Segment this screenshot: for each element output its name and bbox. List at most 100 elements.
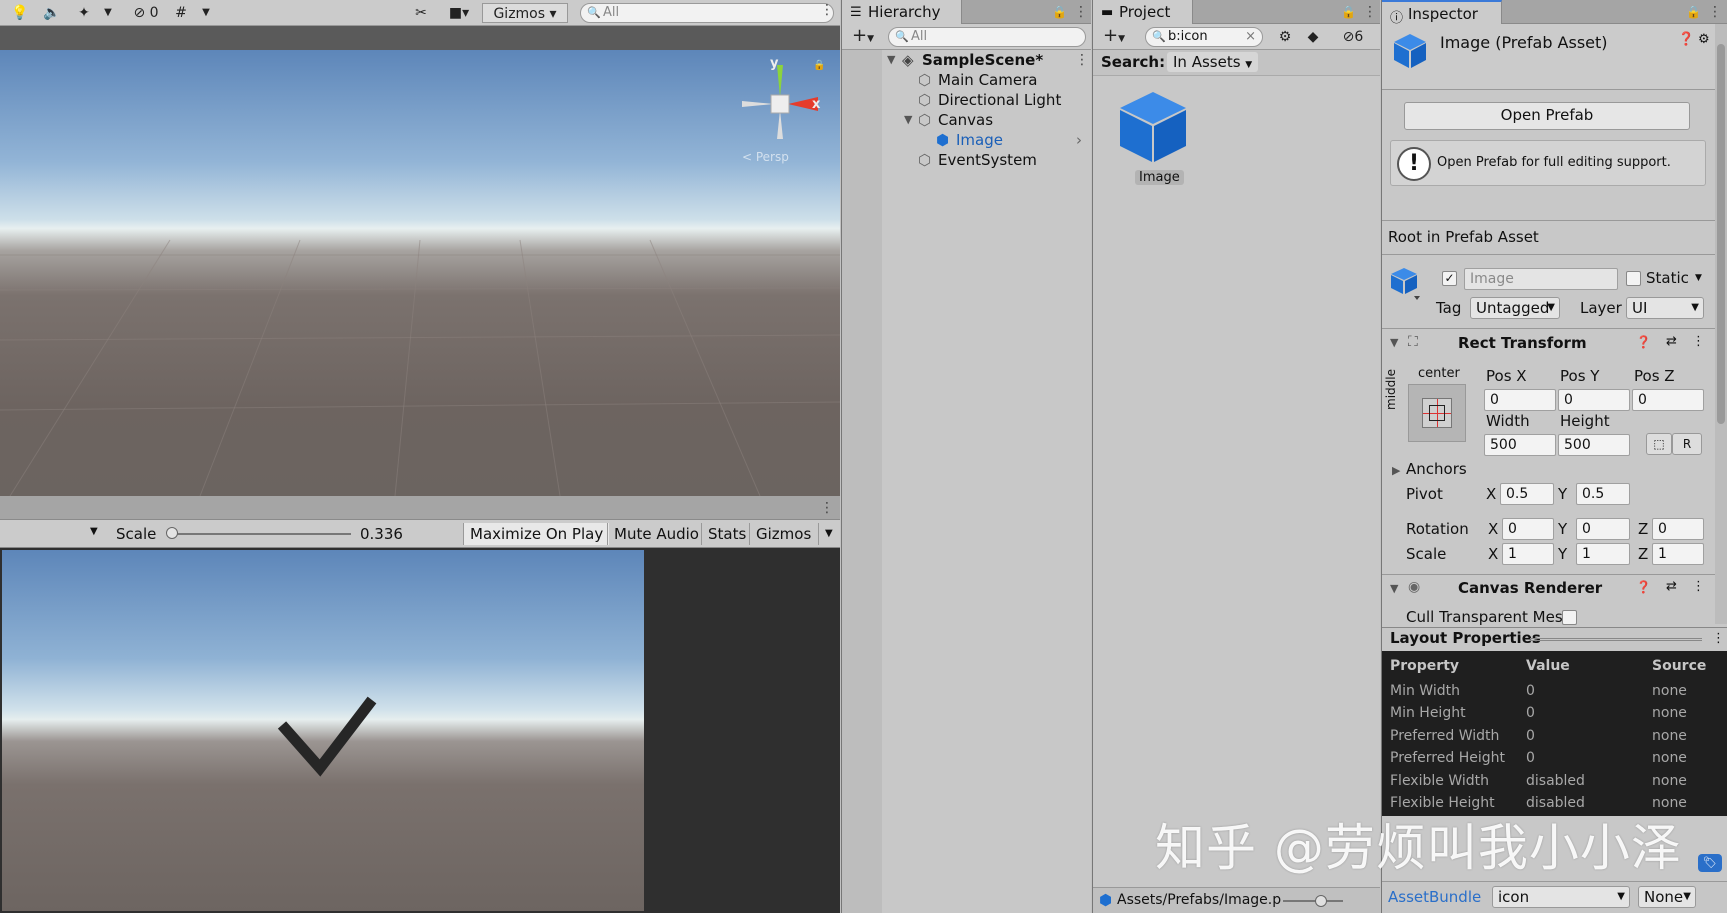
- object-name-field[interactable]: Image: [1464, 268, 1618, 290]
- gameobject-prefab-icon[interactable]: [1390, 266, 1420, 302]
- rot-x-field[interactable]: 0: [1502, 518, 1554, 540]
- help-icon[interactable]: ❓: [1636, 335, 1651, 349]
- stats-button[interactable]: Stats: [701, 523, 752, 545]
- open-prefab-button[interactable]: Open Prefab: [1404, 102, 1690, 130]
- hierarchy-search-input[interactable]: 🔍 All: [888, 27, 1086, 47]
- foldout-icon[interactable]: ▼: [1390, 336, 1398, 349]
- project-add-button[interactable]: +▼: [1099, 27, 1129, 47]
- project-lock-icon[interactable]: 🔒: [1341, 5, 1356, 19]
- search-scope-dropdown[interactable]: In Assets ▼: [1167, 52, 1259, 72]
- scene-root-row[interactable]: ▼ ◈ SampleScene* ⋮: [842, 50, 1091, 70]
- help-icon[interactable]: ❓: [1678, 32, 1694, 47]
- asset-bundle-variant-dropdown[interactable]: None ▼: [1638, 886, 1696, 908]
- icon-size-slider[interactable]: [1283, 900, 1343, 902]
- light-toggle-icon[interactable]: 💡: [8, 3, 32, 23]
- scene-foldout-icon[interactable]: ▼: [887, 50, 895, 70]
- layer-dropdown[interactable]: UI ▼: [1626, 297, 1704, 319]
- audio-toggle-icon[interactable]: 🔈: [40, 3, 64, 23]
- anchors-foldout-icon[interactable]: ▶: [1392, 464, 1400, 477]
- grid-dropdown-icon[interactable]: ▼: [200, 3, 212, 23]
- filter-label-icon[interactable]: ◆: [1303, 27, 1323, 47]
- maximize-on-play-button[interactable]: Maximize On Play: [463, 523, 610, 545]
- scale-slider-thumb[interactable]: [165, 527, 178, 539]
- hierarchy-item-canvas[interactable]: ▼ ⬡ Canvas: [842, 110, 1091, 130]
- persp-label[interactable]: < Persp: [742, 150, 789, 164]
- anchor-presets-button[interactable]: [1408, 384, 1466, 442]
- help-icon[interactable]: ❓: [1636, 580, 1651, 594]
- presets-icon[interactable]: ⇄: [1666, 334, 1677, 349]
- width-field[interactable]: 500: [1484, 434, 1556, 456]
- canvas-foldout-icon[interactable]: ▼: [904, 110, 912, 130]
- inspector-scrollbar[interactable]: [1715, 24, 1727, 624]
- grid-toggle-icon[interactable]: #: [170, 3, 192, 23]
- layout-menu-icon[interactable]: ⋮: [1712, 631, 1725, 646]
- inspector-menu-icon[interactable]: ⋮: [1708, 5, 1722, 19]
- pivot-y-field[interactable]: 0.5: [1576, 483, 1630, 505]
- display-dropdown-icon[interactable]: ▼: [90, 526, 98, 537]
- game-gizmos-dropdown-icon[interactable]: ▼: [818, 523, 839, 545]
- scene-menu-icon[interactable]: ⋮: [820, 3, 834, 17]
- project-search-input[interactable]: 🔍 b:icon ×: [1145, 27, 1263, 47]
- rect-transform-header[interactable]: ▼ ⛶ Rect Transform ❓ ⇄ ⋮: [1382, 329, 1715, 359]
- pos-x-field[interactable]: 0: [1484, 389, 1556, 411]
- height-field[interactable]: 500: [1558, 434, 1630, 456]
- scrollbar-thumb[interactable]: [1717, 44, 1725, 424]
- asset-bundle-dropdown[interactable]: icon ▼: [1492, 886, 1630, 908]
- asset-label-icon[interactable]: 🏷: [1698, 854, 1722, 872]
- raw-edit-button[interactable]: R: [1672, 433, 1702, 455]
- hierarchy-item-image[interactable]: ⬢ Image ›: [842, 130, 1091, 150]
- project-hidden-toggle[interactable]: ⊘6: [1333, 27, 1373, 47]
- component-menu-icon[interactable]: ⋮: [1692, 334, 1705, 349]
- hierarchy-tab[interactable]: ☰ Hierarchy: [842, 0, 962, 24]
- pos-z-field[interactable]: 0: [1632, 389, 1704, 411]
- icon-size-thumb[interactable]: [1315, 895, 1327, 907]
- inspector-tab[interactable]: ⓘ Inspector: [1382, 0, 1502, 26]
- cull-checkbox[interactable]: [1562, 610, 1577, 625]
- pos-y-field[interactable]: 0: [1558, 389, 1630, 411]
- hierarchy-add-button[interactable]: +▼: [848, 27, 878, 47]
- rot-z-field[interactable]: 0: [1652, 518, 1704, 540]
- hierarchy-item-eventsystem[interactable]: ⬡ EventSystem: [842, 150, 1091, 170]
- active-checkbox[interactable]: ✓: [1442, 271, 1457, 286]
- static-dropdown-icon[interactable]: ▼: [1695, 273, 1702, 283]
- inspector-lock-icon[interactable]: 🔒: [1686, 5, 1701, 19]
- foldout-icon[interactable]: ▼: [1390, 582, 1398, 595]
- gizmo-lock-icon[interactable]: 🔒: [813, 60, 825, 71]
- tag-dropdown[interactable]: Untagged ▼: [1470, 297, 1560, 319]
- scale-z-field[interactable]: 1: [1652, 543, 1704, 565]
- canvas-renderer-header[interactable]: ▼ ◉ Canvas Renderer ❓ ⇄ ⋮: [1382, 575, 1715, 603]
- settings-icon[interactable]: ⚙: [1698, 32, 1710, 47]
- project-tab[interactable]: ▬ Project: [1093, 0, 1193, 24]
- filter-type-icon[interactable]: ⚙: [1275, 27, 1295, 47]
- game-view[interactable]: [0, 548, 840, 913]
- layout-properties-header[interactable]: Layout Properties ⋮: [1382, 627, 1727, 651]
- hierarchy-item-directional-light[interactable]: ⬡ Directional Light: [842, 90, 1091, 110]
- hierarchy-menu-icon[interactable]: ⋮: [1074, 5, 1088, 19]
- anchors-label[interactable]: Anchors: [1406, 459, 1467, 479]
- scale-x-field[interactable]: 1: [1502, 543, 1554, 565]
- gizmos-dropdown[interactable]: Gizmos ▾: [482, 3, 568, 23]
- scale-slider-track[interactable]: [168, 533, 351, 535]
- project-menu-icon[interactable]: ⋮: [1363, 5, 1377, 19]
- asset-tile-image[interactable]: Image: [1113, 88, 1193, 188]
- hierarchy-lock-icon[interactable]: 🔒: [1052, 5, 1067, 19]
- static-checkbox[interactable]: [1626, 271, 1641, 286]
- presets-icon[interactable]: ⇄: [1666, 579, 1677, 594]
- game-menu-icon[interactable]: ⋮: [820, 501, 834, 515]
- scene-view[interactable]: y x < Persp 🔒: [0, 50, 840, 496]
- hidden-objects-toggle[interactable]: ⊘ 0: [126, 3, 166, 23]
- scene-row-menu-icon[interactable]: ⋮: [1075, 53, 1089, 67]
- tools-icon[interactable]: ✂: [410, 3, 432, 23]
- pivot-x-field[interactable]: 0.5: [1500, 483, 1554, 505]
- camera-dropdown-icon[interactable]: ■▾: [442, 3, 476, 23]
- component-menu-icon[interactable]: ⋮: [1692, 579, 1705, 594]
- blueprint-mode-icon[interactable]: ⬚: [1646, 433, 1672, 455]
- clear-search-icon[interactable]: ×: [1245, 28, 1256, 46]
- effects-toggle-icon[interactable]: ✦: [72, 3, 96, 23]
- game-gizmos-button[interactable]: Gizmos: [749, 523, 817, 545]
- hierarchy-item-main-camera[interactable]: ⬡ Main Camera: [842, 70, 1091, 90]
- prefab-open-arrow-icon[interactable]: ›: [1076, 130, 1082, 150]
- resize-handle[interactable]: [1530, 638, 1702, 641]
- rot-y-field[interactable]: 0: [1576, 518, 1630, 540]
- scene-search-input[interactable]: 🔍 All: [580, 3, 834, 23]
